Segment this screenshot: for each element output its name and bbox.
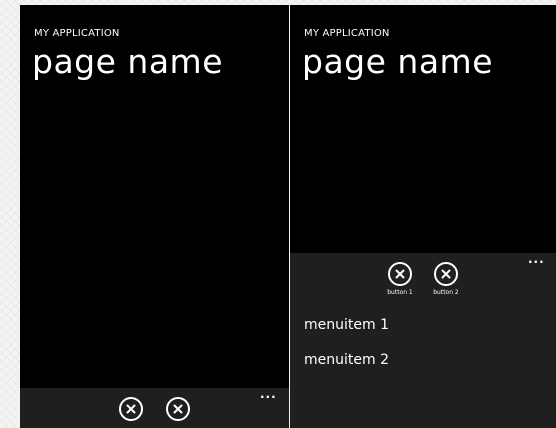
cancel-icon <box>395 269 405 279</box>
menu-item-1[interactable]: menuitem 1 <box>304 317 389 333</box>
app-title: MY APPLICATION <box>304 28 390 39</box>
cancel-icon <box>441 269 451 279</box>
page-title: page name <box>302 42 493 81</box>
more-ellipsis-button[interactable]: ... <box>260 388 277 400</box>
phone-screen-left: MY APPLICATION page name ... <box>20 5 289 428</box>
application-bar-collapsed: ... <box>20 388 289 428</box>
appbar-button-2-label: button 2 <box>433 289 459 296</box>
page-title: page name <box>32 42 223 81</box>
appbar-button-1-label: button 1 <box>387 289 413 296</box>
cancel-icon <box>126 404 136 414</box>
appbar-button-1[interactable] <box>119 397 143 421</box>
appbar-button-1[interactable] <box>388 262 412 286</box>
cancel-icon <box>173 404 183 414</box>
appbar-button-2[interactable] <box>166 397 190 421</box>
more-ellipsis-button[interactable]: ... <box>528 253 545 265</box>
app-title: MY APPLICATION <box>34 28 120 39</box>
menu-item-2[interactable]: menuitem 2 <box>304 352 389 368</box>
appbar-button-2[interactable] <box>434 262 458 286</box>
application-bar-expanded: button 1 button 2 ... menuitem 1 menuite… <box>290 253 556 428</box>
phone-screen-right: MY APPLICATION page name button 1 button… <box>290 5 556 428</box>
